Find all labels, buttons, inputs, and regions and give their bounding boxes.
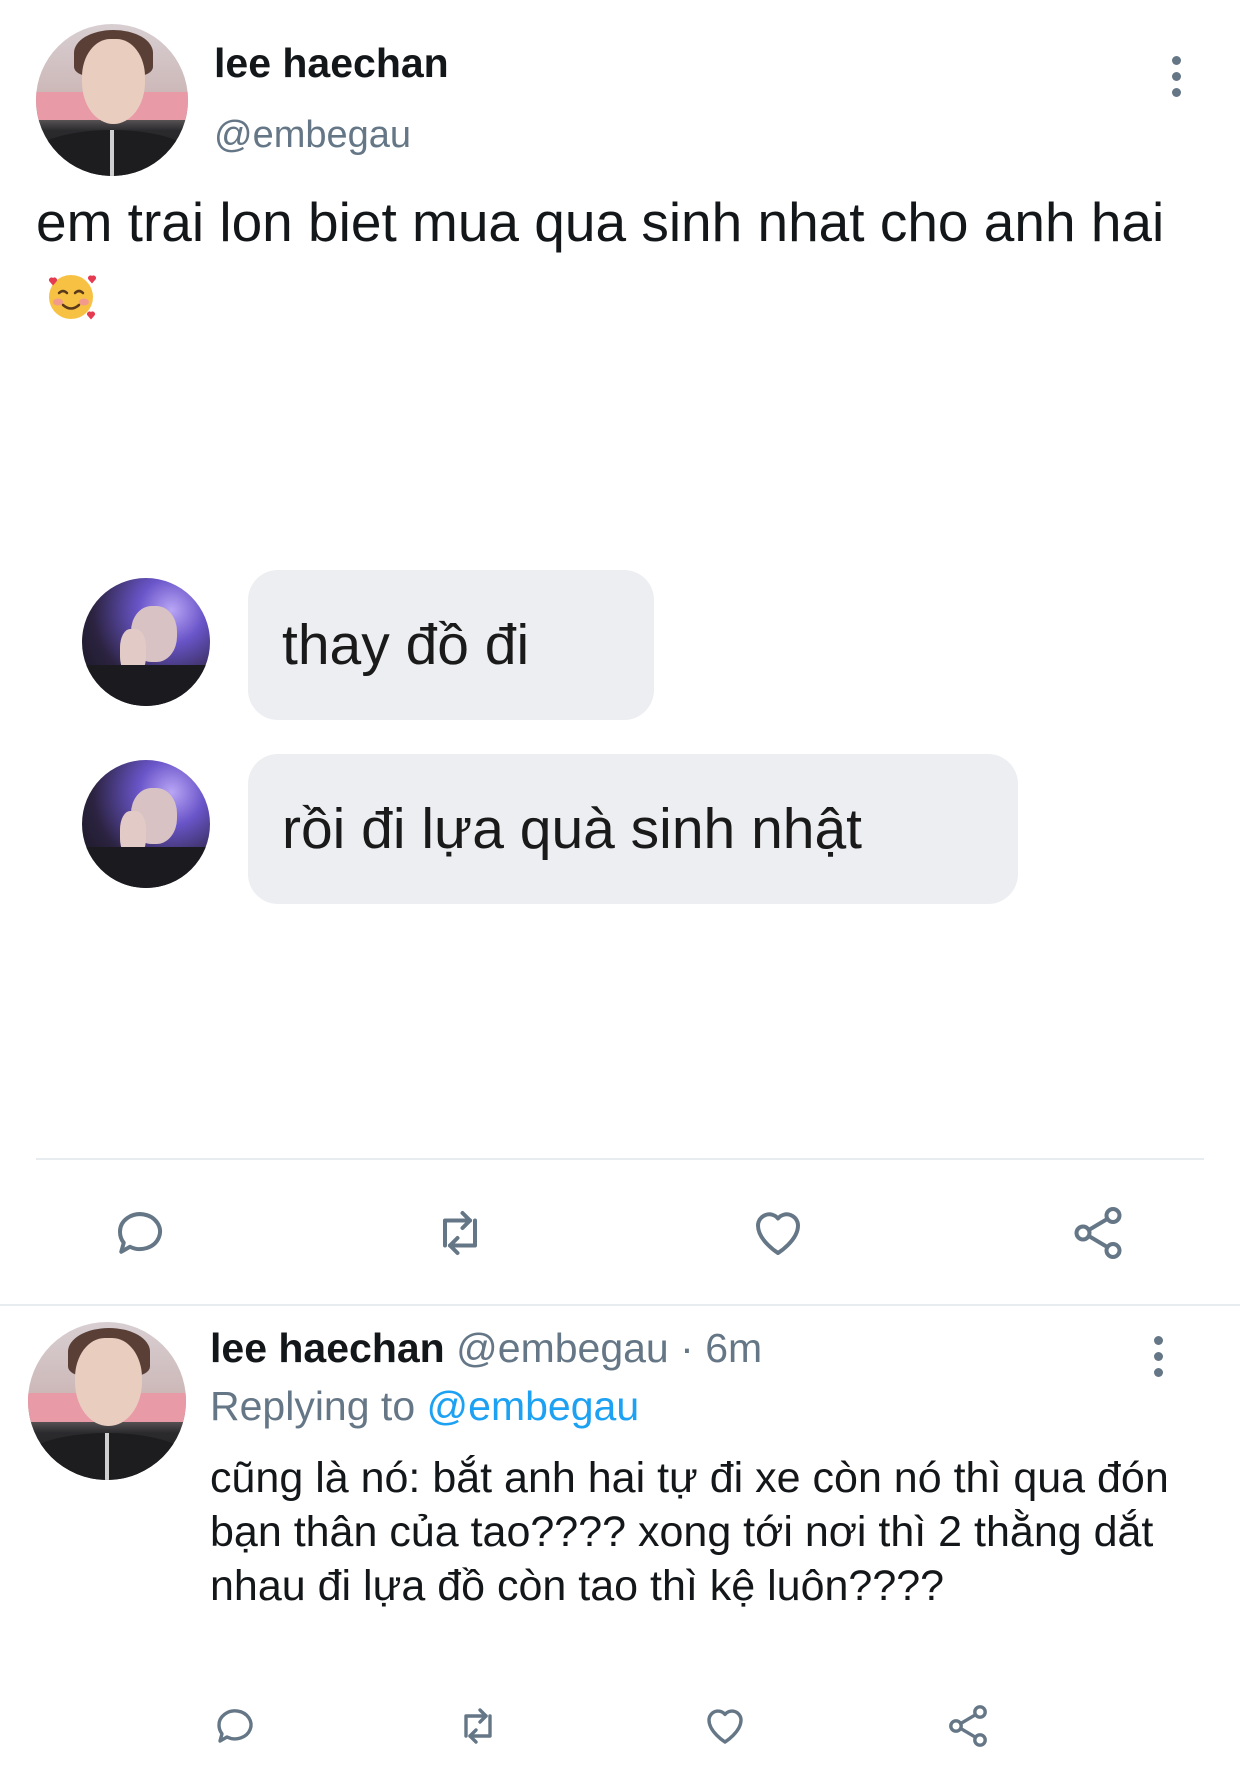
retweet-button[interactable] bbox=[420, 1198, 500, 1268]
reply-button[interactable] bbox=[100, 1198, 180, 1268]
reply-time[interactable]: 6m bbox=[705, 1325, 762, 1371]
retweet-icon bbox=[464, 1708, 492, 1744]
author-name[interactable]: lee haechan bbox=[214, 40, 449, 87]
tweet-image[interactable]: thay đồ đi rồi đi lựa quà sinh nhật bbox=[36, 380, 1204, 1020]
reply-icon bbox=[117, 1212, 162, 1254]
tweet-detail-screen: lee haechan @embegau em trai lon biet mu… bbox=[0, 0, 1240, 1766]
tweet-text-content: em trai lon biet mua qua sinh nhat cho a… bbox=[36, 191, 1165, 253]
replying-label: Replying to bbox=[210, 1383, 416, 1429]
tweet-text: em trai lon biet mua qua sinh nhat cho a… bbox=[36, 184, 1186, 336]
reply-header: lee haechan @embegau · 6m bbox=[210, 1325, 762, 1372]
retweet-icon bbox=[443, 1211, 477, 1255]
divider bbox=[0, 1304, 1240, 1306]
more-vertical-icon[interactable] bbox=[1150, 1336, 1166, 1377]
share-icon bbox=[949, 1705, 987, 1747]
retweet-button[interactable] bbox=[448, 1696, 508, 1756]
reply-author-avatar[interactable] bbox=[28, 1322, 186, 1480]
chat-message: thay đồ đi bbox=[282, 613, 530, 677]
reply-text: cũng là nó: bắt anh hai tự đi xe còn nó … bbox=[210, 1454, 1169, 1610]
replying-handle-link[interactable]: @embegau bbox=[427, 1383, 640, 1429]
reply-author-handle[interactable]: @embegau bbox=[456, 1325, 669, 1371]
author-avatar[interactable] bbox=[36, 24, 188, 176]
chat-bubble: rồi đi lựa quà sinh nhật bbox=[248, 754, 1018, 904]
divider bbox=[36, 1158, 1204, 1160]
heart-icon bbox=[756, 1212, 800, 1255]
reply-author-name[interactable]: lee haechan bbox=[210, 1325, 445, 1371]
separator: · bbox=[680, 1325, 694, 1371]
share-button[interactable] bbox=[1058, 1198, 1138, 1268]
like-button[interactable] bbox=[695, 1696, 755, 1756]
reply-icon bbox=[217, 1709, 253, 1743]
reply-button[interactable] bbox=[205, 1696, 265, 1756]
smiling-face-with-hearts-icon bbox=[44, 266, 98, 320]
chat-avatar bbox=[82, 578, 210, 706]
chat-avatar bbox=[82, 760, 210, 888]
like-button[interactable] bbox=[738, 1198, 818, 1268]
share-icon bbox=[1074, 1207, 1122, 1259]
heart-icon bbox=[707, 1709, 743, 1744]
replying-to: Replying to @embegau bbox=[210, 1383, 639, 1430]
share-button[interactable] bbox=[938, 1696, 998, 1756]
chat-message: rồi đi lựa quà sinh nhật bbox=[282, 797, 863, 861]
author-handle[interactable]: @embegau bbox=[214, 114, 411, 157]
chat-bubble: thay đồ đi bbox=[248, 570, 654, 720]
more-vertical-icon[interactable] bbox=[1168, 56, 1184, 97]
